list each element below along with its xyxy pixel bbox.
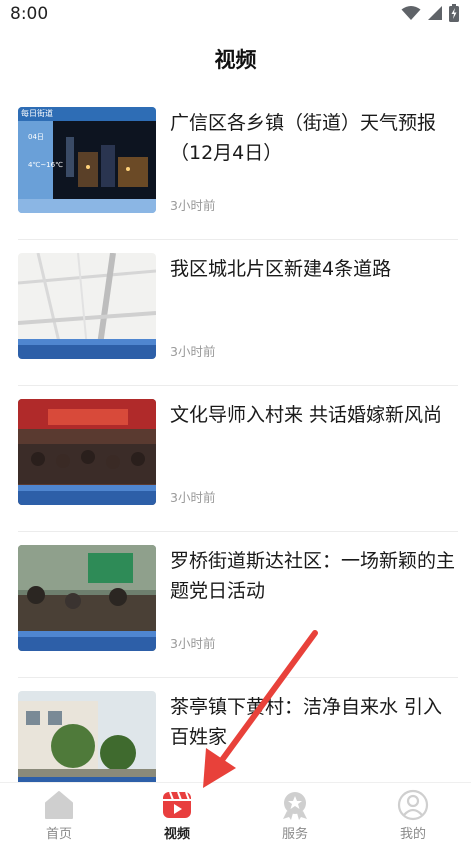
battery-icon xyxy=(449,4,459,22)
tab-label: 我的 xyxy=(399,827,426,842)
status-icons xyxy=(401,4,459,22)
profile-icon xyxy=(397,789,429,821)
video-item[interactable]: 04日 4℃~16℃ 每日街道 广信区各乡镇（街道）天气预报（12月4日） 3小… xyxy=(18,94,458,240)
video-title[interactable]: 罗桥街道斯达社区：一场新颖的主题党日活动 xyxy=(170,546,460,606)
video-title[interactable]: 广信区各乡镇（街道）天气预报（12月4日） xyxy=(170,108,460,168)
video-thumbnail[interactable] xyxy=(18,399,156,505)
video-time: 3小时前 xyxy=(170,636,216,651)
video-title[interactable]: 我区城北片区新建4条道路 xyxy=(170,254,460,284)
service-icon xyxy=(283,792,307,820)
video-title[interactable]: 文化导师入村来 共话婚嫁新风尚 xyxy=(170,400,460,430)
tab-video[interactable]: 视频 xyxy=(118,783,236,843)
thumb-caption: 每日街道 xyxy=(21,109,53,118)
video-item[interactable]: 我区城北片区新建4条道路 3小时前 xyxy=(18,240,458,386)
video-feed[interactable]: 04日 4℃~16℃ 每日街道 广信区各乡镇（街道）天气预报（12月4日） 3小… xyxy=(0,94,471,782)
tab-label: 服务 xyxy=(281,827,308,842)
video-thumbnail[interactable]: 04日 4℃~16℃ 每日街道 xyxy=(18,107,156,213)
video-icon xyxy=(163,791,191,818)
video-thumbnail[interactable] xyxy=(18,253,156,359)
tab-profile[interactable]: 我的 xyxy=(354,783,471,843)
video-title[interactable]: 茶亭镇下黄村：洁净自来水 引入百姓家 xyxy=(170,692,460,752)
video-item[interactable]: 茶亭镇下黄村：洁净自来水 引入百姓家 xyxy=(18,678,458,782)
video-time: 3小时前 xyxy=(170,490,216,505)
svg-text:4℃~16℃: 4℃~16℃ xyxy=(28,161,63,169)
tab-home[interactable]: 首页 xyxy=(0,783,118,843)
video-time: 3小时前 xyxy=(170,198,216,213)
home-icon xyxy=(45,791,73,819)
tab-label: 首页 xyxy=(45,827,72,842)
status-time: 8:00 xyxy=(10,4,49,24)
video-thumbnail[interactable] xyxy=(18,691,156,782)
video-thumbnail[interactable] xyxy=(18,545,156,651)
video-item[interactable]: 文化导师入村来 共话婚嫁新风尚 3小时前 xyxy=(18,386,458,532)
tab-service[interactable]: 服务 xyxy=(236,783,354,843)
signal-icon xyxy=(428,6,442,20)
status-bar: 8:00 xyxy=(0,0,471,28)
tab-label: 视频 xyxy=(163,827,190,842)
page-title: 视频 xyxy=(214,48,257,72)
bottom-tab-bar: 首页 视频 服务 我的 xyxy=(0,782,471,843)
video-item[interactable]: 罗桥街道斯达社区：一场新颖的主题党日活动 3小时前 xyxy=(18,532,458,678)
wifi-icon xyxy=(401,6,421,20)
svg-text:04日: 04日 xyxy=(28,133,44,141)
video-time: 3小时前 xyxy=(170,344,216,359)
